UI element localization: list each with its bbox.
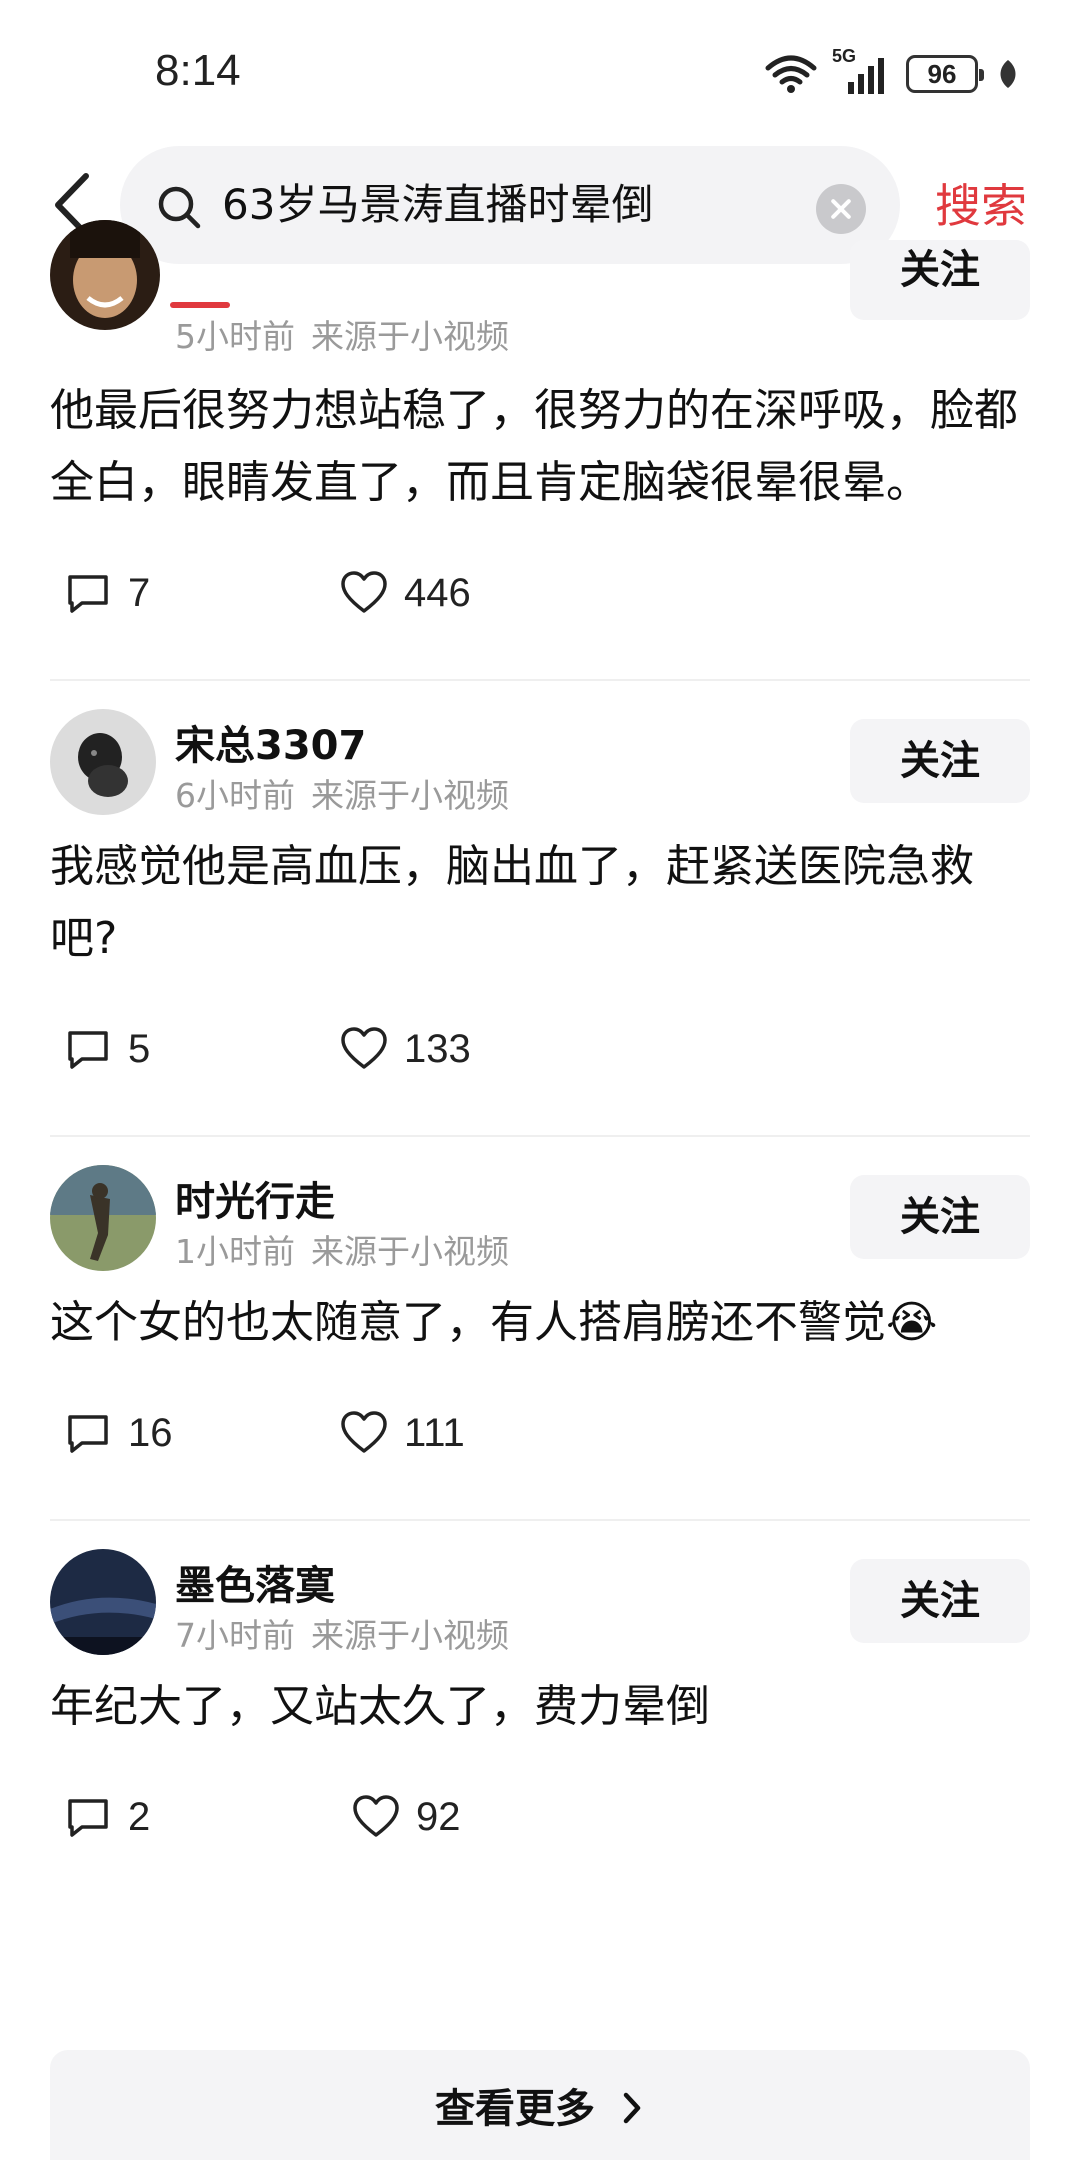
like-button[interactable]: 133: [340, 1025, 471, 1073]
wifi-icon: [765, 55, 817, 93]
comment-header: 时光行走 1小时前 来源于小视频 关注: [50, 1137, 1030, 1287]
reply-count: 7: [128, 570, 151, 615]
follow-button[interactable]: 关注: [850, 240, 1030, 320]
heart-icon: [341, 571, 387, 613]
comment-source: 来源于小视频: [311, 317, 509, 356]
follow-button[interactable]: 关注: [850, 719, 1030, 803]
comment-time: 6小时前: [175, 776, 295, 815]
comment-icon: [68, 575, 108, 613]
comment-meta: 1小时前 来源于小视频: [175, 1225, 509, 1273]
like-count: 446: [404, 570, 471, 615]
comment-actions: 2 92: [50, 1743, 1030, 1883]
reply-button[interactable]: 5: [64, 1025, 150, 1073]
reply-count: 16: [128, 1410, 173, 1455]
signal-icon: [848, 58, 884, 94]
reply-count: 5: [128, 1026, 151, 1071]
user-name[interactable]: 时光行走: [175, 1169, 335, 1227]
heart-icon: [353, 1795, 399, 1837]
comment-text: 他最后很努力想站稳了，很努力的在深呼吸，脸都全白，眼睛发直了，而且肯定脑袋很晕很…: [50, 385, 1018, 508]
comment-header: 宋总3307 6小时前 来源于小视频 关注: [50, 681, 1030, 831]
comment-source: 来源于小视频: [311, 1616, 509, 1655]
search-button[interactable]: 搜索: [935, 170, 1027, 236]
chevron-right-icon: [623, 2092, 641, 2124]
status-time: 8:14: [155, 46, 241, 95]
like-button[interactable]: 92: [352, 1793, 461, 1841]
comment-actions: 7 446: [50, 519, 1030, 659]
comment-actions: 5 133: [50, 975, 1030, 1115]
follow-button[interactable]: 关注: [850, 1559, 1030, 1643]
reply-button[interactable]: 2: [64, 1793, 150, 1841]
search-input[interactable]: 63岁马景涛直播时晕倒: [222, 146, 653, 264]
show-more-label: 查看更多: [435, 2086, 596, 2132]
comment-item: 墨色落寞 7小时前 来源于小视频 关注 年纪大了，又站太久了，费力晕倒 2 92: [0, 1521, 1080, 1883]
comment-text: 这个女的也太随意了，有人搭肩膀还不警觉😭: [50, 1297, 938, 1348]
avatar[interactable]: [50, 1549, 156, 1655]
comment-time: 7小时前: [175, 1616, 295, 1655]
avatar-image: [50, 709, 156, 815]
battery-icon: 96: [906, 55, 984, 93]
reply-button[interactable]: 7: [64, 569, 150, 617]
comment-source: 来源于小视频: [311, 1232, 509, 1271]
heart-icon: [341, 1411, 387, 1453]
leaf-icon: [1000, 60, 1016, 88]
comment-meta: 6小时前 来源于小视频: [175, 769, 509, 817]
highlight-mark: [170, 302, 230, 308]
follow-button[interactable]: 关注: [850, 1175, 1030, 1259]
show-more-button[interactable]: 查看更多: [50, 2050, 1030, 2160]
comment-time: 5小时前: [175, 317, 295, 356]
avatar[interactable]: [50, 1165, 156, 1271]
comment-text: 我感觉他是高血压，脑出血了，赶紧送医院急救吧?: [50, 841, 974, 964]
comment-item: 时光行走 1小时前 来源于小视频 关注 这个女的也太随意了，有人搭肩膀还不警觉😭 …: [0, 1137, 1080, 1499]
avatar-image: [50, 220, 160, 330]
status-icons: 5G 96: [764, 46, 1020, 96]
search-icon: [158, 186, 201, 229]
like-button[interactable]: 446: [340, 569, 471, 617]
like-count: 133: [404, 1026, 471, 1071]
comment-meta: 7小时前 来源于小视频: [175, 1609, 509, 1657]
user-name[interactable]: 墨色落寞: [175, 1553, 335, 1611]
heart-icon: [341, 1027, 387, 1069]
like-count: 92: [416, 1794, 461, 1839]
avatar-image: [50, 1165, 156, 1271]
comment-meta: 5小时前 来源于小视频: [175, 310, 509, 358]
signal-indicator: 5G: [832, 46, 892, 96]
comment-source: 来源于小视频: [311, 776, 509, 815]
reply-count: 2: [128, 1794, 151, 1839]
comment-time: 1小时前: [175, 1232, 295, 1271]
status-bar: 8:14 5G 96: [0, 0, 1080, 140]
comment-text: 年纪大了，又站太久了，费力晕倒: [50, 1681, 710, 1732]
comment-item: 宋总3307 6小时前 来源于小视频 关注 我感觉他是高血压，脑出血了，赶紧送医院…: [0, 681, 1080, 1115]
search-box[interactable]: 63岁马景涛直播时晕倒: [120, 146, 900, 264]
clear-icon[interactable]: [816, 184, 866, 234]
like-count: 111: [404, 1410, 465, 1455]
comment-feed: 5小时前 来源于小视频 关注 他最后很努力想站稳了，很努力的在深呼吸，脸都全白，眼…: [0, 220, 1080, 1883]
avatar-image: [50, 1549, 156, 1655]
comment-icon: [68, 1031, 108, 1069]
comment-item: 5小时前 来源于小视频 关注 他最后很努力想站稳了，很努力的在深呼吸，脸都全白，眼…: [0, 220, 1080, 659]
comment-icon: [68, 1415, 108, 1453]
comment-icon: [68, 1799, 108, 1837]
like-button[interactable]: 111: [340, 1409, 465, 1457]
reply-button[interactable]: 16: [64, 1409, 173, 1457]
user-name[interactable]: 宋总3307: [175, 713, 366, 771]
avatar[interactable]: [50, 709, 156, 815]
comment-actions: 16 111: [50, 1359, 1030, 1499]
comment-header: 墨色落寞 7小时前 来源于小视频 关注: [50, 1521, 1030, 1671]
comment-header: 5小时前 来源于小视频 关注: [50, 220, 1030, 375]
avatar[interactable]: [50, 220, 160, 330]
